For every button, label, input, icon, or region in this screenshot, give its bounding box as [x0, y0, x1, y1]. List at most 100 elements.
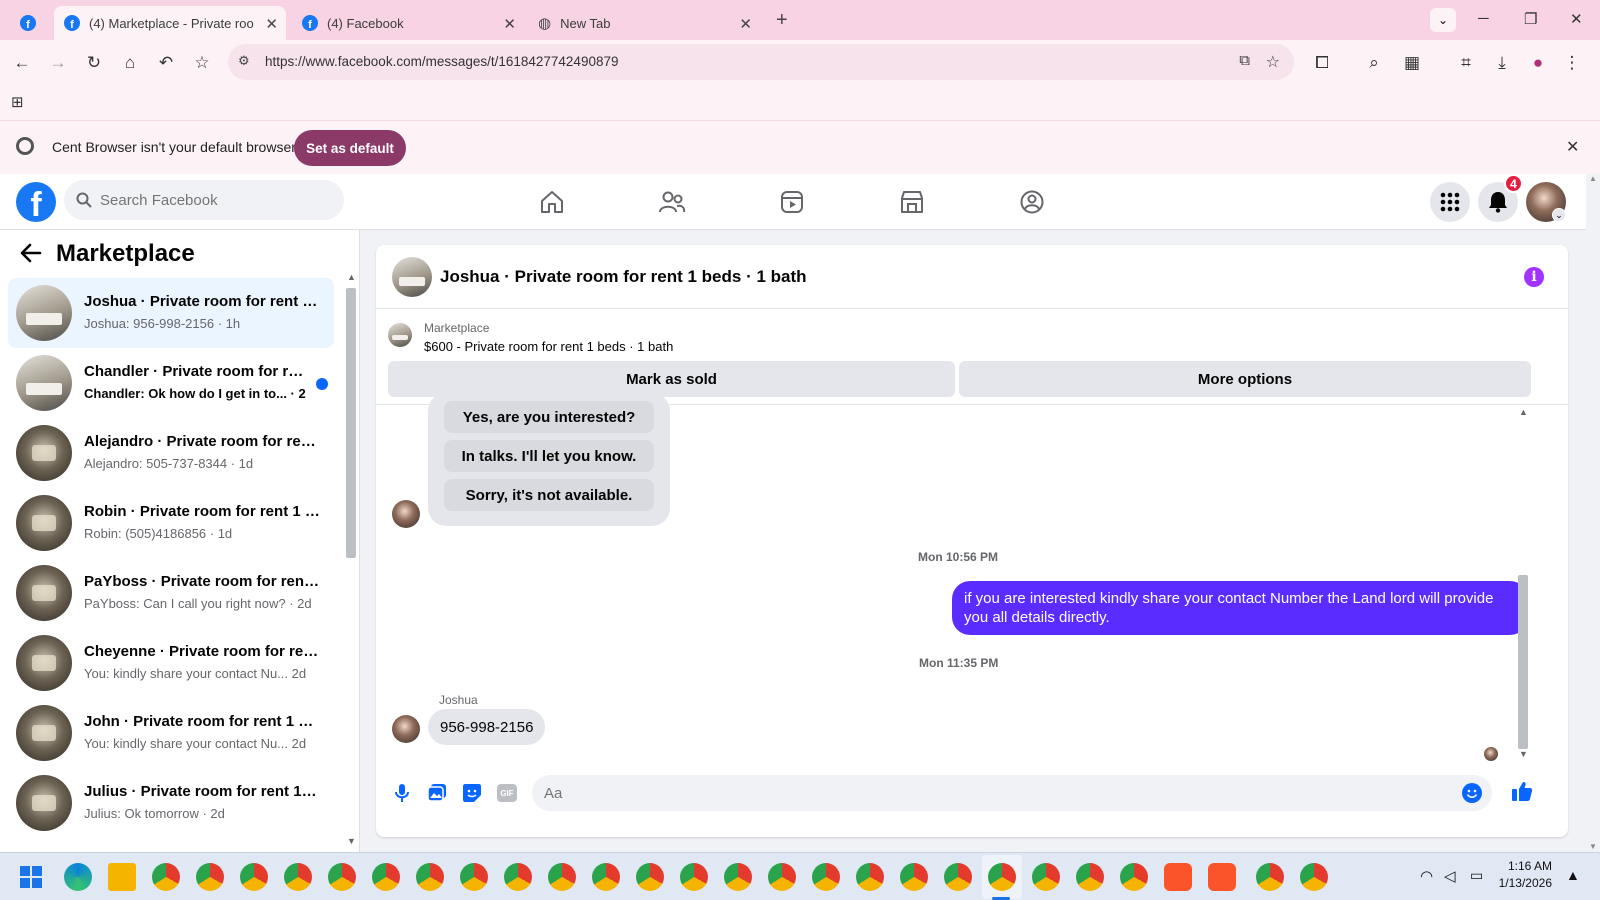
scroll-down-icon[interactable]: ▼	[347, 836, 356, 846]
sidebar-scrollbar[interactable]: ▲ ▼	[345, 272, 357, 848]
site-info-icon[interactable]: ⚙	[238, 53, 250, 69]
scroll-up-icon[interactable]: ▲	[1519, 407, 1528, 417]
search-box[interactable]	[64, 180, 344, 220]
restore-icon[interactable]: ❐	[1524, 10, 1537, 28]
nav-watch-icon[interactable]	[772, 182, 812, 222]
scroll-down-icon[interactable]: ▼	[1519, 749, 1528, 759]
wifi-icon[interactable]: ◠	[1420, 867, 1433, 885]
crop-icon[interactable]: ⌗	[1454, 51, 1478, 75]
brave-app-icon[interactable]	[1208, 863, 1236, 891]
infobar-close-icon[interactable]: ✕	[1566, 137, 1579, 157]
scrollbar-thumb[interactable]	[346, 288, 356, 558]
menu-grid-icon[interactable]	[1430, 182, 1470, 222]
quick-reply-button[interactable]: In talks. I'll let you know.	[444, 440, 654, 472]
scroll-up-icon[interactable]: ▲	[1589, 174, 1597, 183]
pinned-tab[interactable]: f	[20, 6, 42, 40]
volume-icon[interactable]: ◁	[1444, 867, 1456, 885]
tab-facebook[interactable]: f (4) Facebook ✕	[292, 6, 524, 40]
extensions-icon[interactable]: ⧠	[1310, 51, 1334, 75]
conversation-item[interactable]: Cheyenne · Private room for rent 1 beds …	[8, 628, 334, 698]
new-tab-button[interactable]: +	[776, 9, 788, 32]
conversation-item[interactable]: Julius · Private room for rent 1 beds · …	[8, 768, 334, 838]
apps-grid-icon[interactable]: ⊞	[11, 93, 24, 111]
browser-app-icon[interactable]	[548, 863, 576, 891]
qr-code-icon[interactable]: ▦	[1400, 51, 1424, 75]
reload-icon[interactable]: ↻	[82, 51, 106, 75]
profile-icon[interactable]: ●	[1526, 51, 1550, 75]
browser-app-icon[interactable]	[1300, 863, 1328, 891]
browser-app-icon[interactable]	[1120, 863, 1148, 891]
microphone-icon[interactable]	[390, 781, 414, 805]
quick-reply-button[interactable]: Yes, are you interested?	[444, 401, 654, 433]
browser-app-icon[interactable]	[856, 863, 884, 891]
close-tab-icon[interactable]: ✕	[503, 15, 516, 33]
browser-app-icon[interactable]	[592, 863, 620, 891]
facebook-logo-icon[interactable]: f	[16, 182, 56, 222]
start-menu-icon[interactable]	[20, 866, 42, 888]
more-options-button[interactable]: More options	[959, 361, 1531, 397]
nav-marketplace-icon[interactable]	[892, 182, 932, 222]
sticker-icon[interactable]	[460, 781, 484, 805]
install-app-icon[interactable]: ⧉	[1239, 52, 1250, 69]
nav-gaming-icon[interactable]	[1012, 182, 1052, 222]
gif-icon[interactable]: GIF	[495, 781, 519, 805]
quick-reply-button[interactable]: Sorry, it's not available.	[444, 479, 654, 511]
chat-title[interactable]: Joshua · Private room for rent 1 beds · …	[440, 267, 807, 287]
mark-as-sold-button[interactable]: Mark as sold	[388, 361, 955, 397]
browser-app-icon[interactable]	[460, 863, 488, 891]
tab-marketplace[interactable]: f (4) Marketplace - Private room ✕	[54, 6, 286, 40]
conversation-item[interactable]: Robin · Private room for rent 1 beds · 1…	[8, 488, 334, 558]
battery-icon[interactable]: ▭	[1470, 867, 1483, 884]
browser-app-icon[interactable]	[768, 863, 796, 891]
conversation-item[interactable]: Joshua · Private room for rent 1 beds · …	[8, 278, 334, 348]
browser-app-icon[interactable]	[812, 863, 840, 891]
bookmark-star-icon[interactable]: ☆	[190, 51, 214, 75]
edge-app-icon[interactable]	[64, 863, 92, 891]
tab-new-tab[interactable]: ◍ New Tab ✕	[528, 6, 760, 40]
home-icon[interactable]: ⌂	[118, 51, 142, 75]
browser-app-icon[interactable]	[1032, 863, 1060, 891]
download-icon[interactable]: ⤓	[1490, 51, 1514, 75]
nav-home-icon[interactable]	[532, 182, 572, 222]
incoming-message[interactable]: 956-998-2156	[428, 709, 546, 745]
browser-app-icon[interactable]	[944, 863, 972, 891]
message-input-box[interactable]	[532, 775, 1492, 811]
emoji-icon[interactable]	[1462, 783, 1482, 803]
conversation-item[interactable]: Alejandro · Private room for rent 1 beds…	[8, 418, 334, 488]
bookmark-page-icon[interactable]: ☆	[1266, 52, 1280, 72]
scroll-down-icon[interactable]: ▼	[1589, 842, 1597, 851]
thumbs-up-icon[interactable]	[1510, 779, 1534, 803]
browser-app-icon[interactable]	[328, 863, 356, 891]
browser-app-icon[interactable]	[636, 863, 664, 891]
conversation-item[interactable]: PaYboss · Private room for rent 1 beds ·…	[8, 558, 334, 628]
browser-app-icon[interactable]	[1076, 863, 1104, 891]
browser-app-icon[interactable]	[372, 863, 400, 891]
address-bar[interactable]: ⚙ https://www.facebook.com/messages/t/16…	[228, 44, 1294, 80]
back-icon[interactable]: ←	[10, 51, 34, 75]
browser-app-icon[interactable]	[1256, 863, 1284, 891]
clock[interactable]: 1:16 AM 1/13/2026	[1496, 859, 1552, 890]
page-scrollbar[interactable]: ▲ ▼	[1586, 174, 1600, 852]
browser-app-icon[interactable]	[416, 863, 444, 891]
avatar[interactable]	[392, 257, 432, 297]
minimize-icon[interactable]: ─	[1478, 10, 1489, 27]
active-browser-app-icon[interactable]	[988, 863, 1016, 891]
scroll-up-icon[interactable]: ▲	[347, 272, 356, 282]
browser-app-icon[interactable]	[504, 863, 532, 891]
nav-friends-icon[interactable]	[652, 182, 692, 222]
window-close-icon[interactable]: ✕	[1570, 10, 1583, 28]
close-tab-icon[interactable]: ✕	[739, 15, 752, 33]
menu-icon[interactable]: ⋮	[1560, 51, 1584, 75]
listing-price[interactable]: $600 - Private room for rent 1 beds · 1 …	[424, 339, 673, 354]
notification-center-icon[interactable]: ▲	[1566, 867, 1580, 883]
browser-app-icon[interactable]	[680, 863, 708, 891]
outgoing-message[interactable]: if you are interested kindly share your …	[952, 581, 1528, 635]
brave-app-icon[interactable]	[1164, 863, 1192, 891]
account-chevron-down-icon[interactable]: ⌄	[1552, 208, 1566, 222]
tab-search-dropdown-icon[interactable]: ⌄	[1430, 8, 1456, 32]
photo-icon[interactable]	[425, 781, 449, 805]
browser-app-icon[interactable]	[152, 863, 180, 891]
browser-app-icon[interactable]	[900, 863, 928, 891]
thread-scrollbar[interactable]: ▲ ▼	[1516, 405, 1530, 769]
set-as-default-button[interactable]: Set as default	[294, 130, 406, 166]
